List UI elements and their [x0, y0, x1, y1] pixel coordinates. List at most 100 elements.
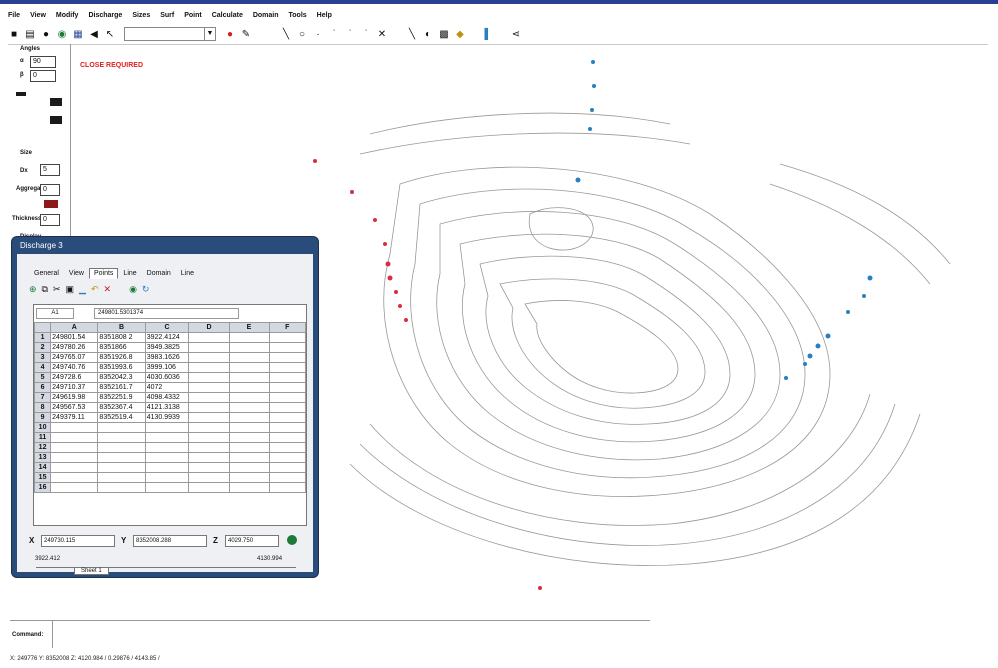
table-cell[interactable]	[188, 412, 230, 423]
table-cell[interactable]: 249740.76	[50, 362, 99, 373]
fill-swatch[interactable]	[50, 98, 62, 106]
menu-item-surf[interactable]: Surf	[160, 12, 174, 19]
table-cell[interactable]	[188, 472, 230, 483]
grid-icon[interactable]: ▦	[72, 28, 84, 40]
copy-icon[interactable]: ⧉	[42, 284, 48, 295]
table-cell[interactable]	[144, 452, 190, 463]
chart-icon[interactable]: ▁	[79, 284, 86, 295]
row-header[interactable]: 8	[33, 402, 52, 413]
row-header[interactable]: 14	[33, 462, 52, 473]
table-cell[interactable]	[97, 452, 146, 463]
column-header-f[interactable]: F	[268, 322, 306, 333]
tab-view-1[interactable]: View	[64, 268, 89, 279]
globe-icon[interactable]: ◉	[129, 284, 137, 295]
table-cell[interactable]: 249780.26	[50, 342, 99, 353]
table-cell[interactable]	[268, 422, 306, 433]
speaker-icon[interactable]: ◀	[88, 28, 100, 40]
tab-points-2[interactable]: Points	[88, 268, 119, 279]
table-cell[interactable]	[188, 452, 230, 463]
table-cell[interactable]	[268, 382, 306, 393]
formula-bar[interactable]: 249801.5301374	[94, 308, 239, 319]
add-row-icon[interactable]: ⊕	[29, 284, 37, 295]
paste-icon[interactable]: ▣	[66, 284, 75, 295]
table-cell[interactable]	[268, 362, 306, 373]
info-icon[interactable]: ▌	[482, 28, 494, 40]
tab-domain-4[interactable]: Domain	[142, 268, 176, 279]
spreadsheet-grid[interactable]: A B C D E F 1 249801.54 8351808 2 3922.4124 2 24978…	[33, 322, 306, 493]
table-cell[interactable]: 249567.53	[50, 402, 99, 413]
table-cell[interactable]	[188, 342, 230, 353]
row-header[interactable]: 4	[33, 362, 52, 373]
table-cell[interactable]	[144, 472, 190, 483]
table-cell[interactable]	[228, 422, 270, 433]
table-cell[interactable]	[268, 482, 306, 493]
delete-icon[interactable]: ✕	[104, 284, 112, 295]
table-cell[interactable]	[144, 442, 190, 453]
table-cell[interactable]	[50, 472, 99, 483]
table-cell[interactable]: 4098.4332	[144, 392, 190, 403]
table-cell[interactable]	[268, 342, 306, 353]
table-cell[interactable]	[188, 402, 230, 413]
table-cell[interactable]: 4121.3138	[144, 402, 190, 413]
table-cell[interactable]: 249728.6	[50, 372, 99, 383]
table-cell[interactable]	[188, 332, 230, 343]
dx-input[interactable]: 5	[40, 164, 60, 176]
table-cell[interactable]: 3999.106	[144, 362, 190, 373]
row-header[interactable]: 16	[33, 482, 52, 493]
table-cell[interactable]	[228, 352, 270, 363]
line-tool-icon[interactable]: ╲	[280, 28, 292, 40]
menu-item-domain[interactable]: Domain	[253, 12, 279, 19]
table-cell[interactable]	[228, 462, 270, 473]
table-cell[interactable]	[268, 472, 306, 483]
table-cell[interactable]	[188, 372, 230, 383]
table-cell[interactable]	[50, 442, 99, 453]
command-input[interactable]	[52, 620, 653, 648]
table-cell[interactable]	[228, 412, 270, 423]
table-cell[interactable]: 8351926.8	[97, 352, 146, 363]
confirm-icon[interactable]	[287, 535, 297, 545]
circle-tool-icon[interactable]: ○	[296, 28, 308, 40]
table-cell[interactable]	[228, 382, 270, 393]
point-tool-icon[interactable]: ·	[312, 28, 324, 40]
table-cell[interactable]	[188, 362, 230, 373]
snap-tool-icon[interactable]: ˈ	[360, 28, 372, 40]
angle-a-input[interactable]: 90	[30, 56, 56, 68]
table-cell[interactable]: 8352519.4	[97, 412, 146, 423]
table-cell[interactable]: 8352251.9	[97, 392, 146, 403]
menu-item-help[interactable]: Help	[317, 12, 332, 19]
row-header[interactable]: 1	[33, 332, 52, 343]
layers-icon[interactable]: ▩	[438, 28, 450, 40]
row-header[interactable]: 12	[33, 442, 52, 453]
table-cell[interactable]: 3983.1626	[144, 352, 190, 363]
save-icon[interactable]: ●	[40, 28, 52, 40]
table-cell[interactable]: 249710.37	[50, 382, 99, 393]
share-icon[interactable]: ⋖	[510, 28, 522, 40]
table-cell[interactable]: 8352367.4	[97, 402, 146, 413]
corner-cell[interactable]	[33, 322, 52, 333]
menu-item-sizes[interactable]: Sizes	[132, 12, 150, 19]
row-header[interactable]: 10	[33, 422, 52, 433]
new-icon[interactable]: ■	[8, 28, 20, 40]
delete-icon[interactable]: ✕	[376, 28, 388, 40]
angle-b-input[interactable]: 0	[30, 70, 56, 82]
table-cell[interactable]	[97, 462, 146, 473]
vertex-tool-icon[interactable]: ˈ	[328, 28, 340, 40]
column-header-e[interactable]: E	[228, 322, 270, 333]
column-header-a[interactable]: A	[50, 322, 99, 333]
y-coordinate-field[interactable]: 8352008.288	[133, 535, 207, 547]
table-cell[interactable]: 3949.3825	[144, 342, 190, 353]
line-swatch[interactable]	[50, 116, 62, 124]
table-cell[interactable]	[268, 402, 306, 413]
measure-icon[interactable]: ╲	[406, 28, 418, 40]
pin-icon[interactable]: ◆	[454, 28, 466, 40]
table-cell[interactable]	[268, 372, 306, 383]
table-cell[interactable]	[188, 432, 230, 443]
table-cell[interactable]	[268, 442, 306, 453]
table-cell[interactable]	[188, 442, 230, 453]
table-cell[interactable]	[144, 432, 190, 443]
table-cell[interactable]	[50, 482, 99, 493]
row-header[interactable]: 6	[33, 382, 52, 393]
undo-icon[interactable]: ↶	[91, 284, 99, 295]
table-cell[interactable]: 249765.07	[50, 352, 99, 363]
color-swatch[interactable]	[44, 200, 58, 208]
